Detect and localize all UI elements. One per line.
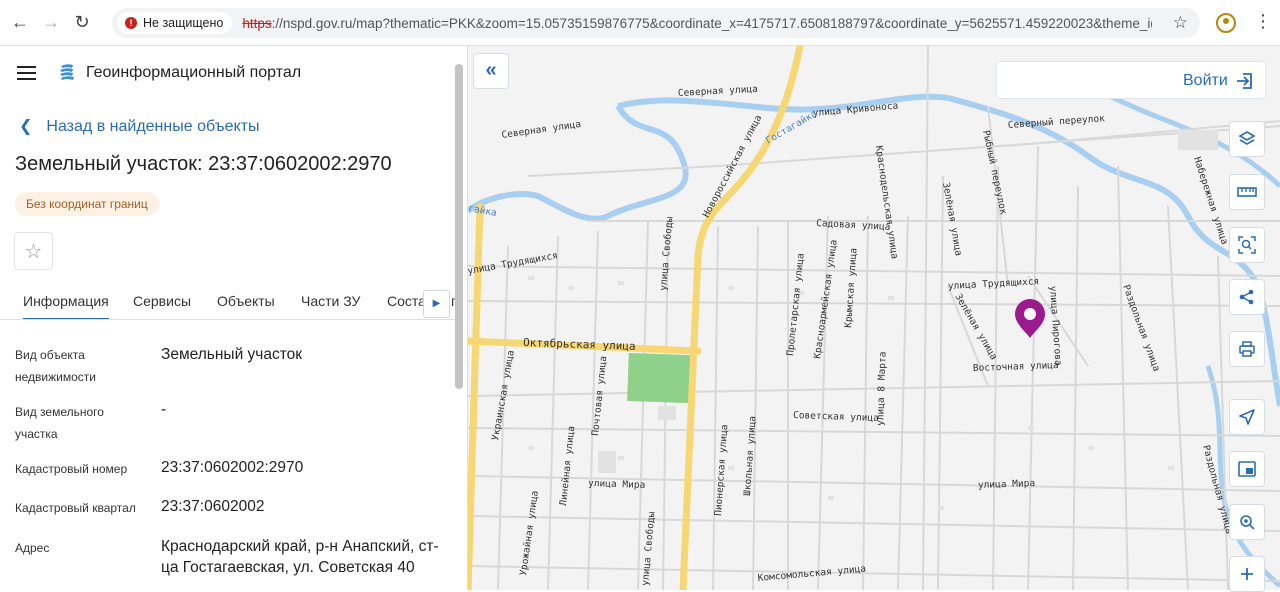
warning-icon: ! [125,17,137,29]
street-label: Краснодельская улица [873,145,900,260]
street-label: Крымская улица [843,248,860,329]
object-title: Земельный участок: 23:37:0602002:2970 [15,153,392,175]
street-label: Северный переулок [1007,113,1105,131]
tab-bar: Информация Сервисы Объекты Части ЗУ Сост… [0,282,455,320]
zoom-in-icon[interactable] [1229,556,1265,592]
object-panel: Геоинформационный портал ❮ Назад в найден… [0,46,468,590]
buildings [528,130,1218,510]
minor-streets [922,46,929,590]
prop-label-land-kind: Вид земельного участка [15,405,104,441]
street-label: Северная улица [501,119,582,141]
panel-scrollbar[interactable] [455,64,463,389]
browser-menu-icon[interactable]: ⋮ [1254,11,1272,32]
street-label: улица Кривоноса [812,101,898,119]
street-labels: Северная улица улица Кривоноса Северный … [468,84,1234,586]
map-canvas[interactable]: Северная улица улица Кривоноса Северный … [468,46,1280,590]
prop-label-cad-number: Кадастровый номер [15,462,128,476]
prop-value-cad-number: 23:37:0602002:2970 [161,459,304,476]
prop-value-land-kind: - [161,401,167,418]
street-label: Зелёная улица [940,182,964,257]
tabs-scroll-right-icon[interactable]: ▶ [423,290,450,318]
forward-icon[interactable]: → [40,12,62,34]
browser-toolbar: ← → ↻ ! Не защищено https://nspd.gov.ru/… [0,0,1280,46]
url-scheme: https [242,15,272,31]
address-bar[interactable]: ! Не защищено https://nspd.gov.ru/map?th… [112,8,1200,38]
url-rest: ://nspd.gov.ru/map?thematic=PKK&zoom=15.… [271,15,1153,31]
login-button[interactable]: Войти [996,61,1266,99]
share-icon[interactable] [1229,279,1265,315]
prop-label-object-kind: Вид объекта недвижимости [15,348,96,384]
street-label: Советская улица [793,410,879,424]
park [627,352,691,404]
street-label: Восточная улица [973,360,1059,374]
location-marker [1015,299,1045,338]
favorite-star-icon[interactable]: ☆ [14,232,53,270]
street-label: Рыбный переулок [980,129,1009,215]
status-badge: Без координат границ [15,192,159,216]
portal-title[interactable]: Геоинформационный портал [86,64,301,82]
ruler-icon[interactable] [1229,174,1265,210]
security-label: Не защищено [143,16,224,30]
area-search-icon[interactable] [1229,227,1265,263]
tab-parts[interactable]: Части ЗУ [301,293,360,309]
back-link-label: Назад в найденные объекты [46,118,260,135]
prop-value-address: Краснодарский край, р-н Анапский, ст-ца … [161,538,439,576]
security-chip[interactable]: ! Не защищено [117,12,233,34]
reload-icon[interactable]: ↻ [71,12,93,34]
tab-info[interactable]: Информация [23,293,109,319]
login-icon [1237,73,1252,89]
back-icon[interactable]: ← [9,12,31,34]
street-label: Комсомольская улица [757,564,866,584]
map-svg[interactable]: Северная улица улица Кривоноса Северный … [468,46,1280,590]
prop-value-cad-quarter: 23:37:0602002 [161,498,265,515]
minimap-icon[interactable] [1229,451,1265,487]
prop-label-address: Адрес [15,541,50,555]
street-label: улица Трудящихся [948,276,1040,292]
street-label: улица Свободы [640,511,657,586]
street-label: Северная улица [678,84,759,99]
login-label: Войти [1183,72,1228,89]
url-text[interactable]: https://nspd.gov.ru/map?thematic=PKK&zoo… [242,16,1152,31]
tab-services[interactable]: Сервисы [133,293,191,309]
river-label: гайка [468,203,498,219]
prop-label-cad-quarter: Кадастровый квартал [15,501,136,515]
street-label: улица 8 Марта [875,351,889,426]
street-label: Раздольная улица [1120,283,1162,373]
street-label: Школьная улица [742,416,759,497]
prop-value-object-kind: Земельный участок [161,346,303,363]
tab-objects[interactable]: Объекты [217,293,275,309]
profile-icon[interactable] [1216,13,1236,33]
bookmark-star-icon[interactable]: ☆ [1173,13,1188,33]
street-label: улица Мира [978,478,1036,491]
street-label: Октябрьская улица [523,336,636,353]
street-label: Линейная улица [558,426,577,507]
chevron-left-icon: ❮ [19,118,33,135]
street-label: Урожайная улица [518,490,541,576]
hamburger-menu-icon[interactable] [17,66,36,84]
geolocation-icon[interactable] [1229,399,1265,435]
street-label: улица Свободы [658,216,675,291]
zoom-to-object-icon[interactable] [1229,504,1265,540]
tab-composition[interactable]: Соста [387,293,426,309]
layers-icon[interactable] [1229,121,1265,157]
back-to-results-link[interactable]: ❮ Назад в найденные объекты [19,116,260,136]
print-icon[interactable] [1229,331,1265,367]
street-label: улица Мира [588,478,646,491]
portal-logo-icon [60,64,74,80]
collapse-panel-icon[interactable]: « [473,53,509,89]
street-label: Красноармейская улица [812,239,840,359]
street-label: улица Пирогова [1047,285,1064,366]
street-label: Зелёная улица [952,292,999,362]
